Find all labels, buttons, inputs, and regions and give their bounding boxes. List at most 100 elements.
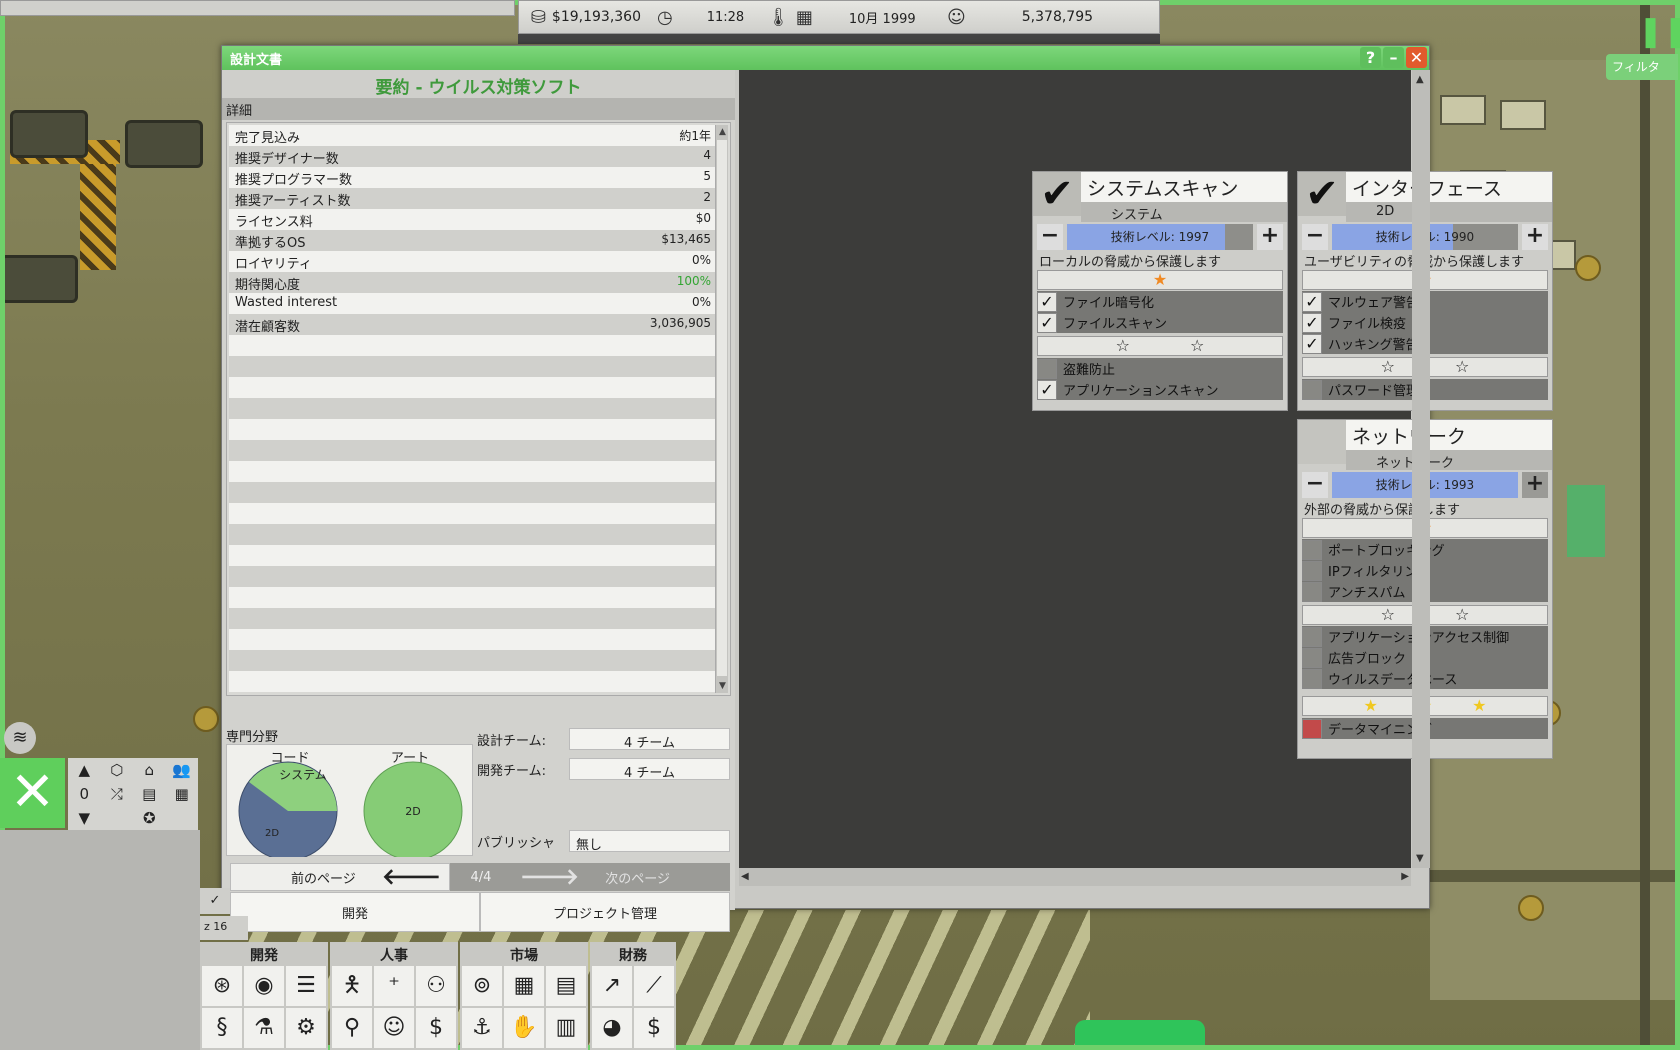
project-management-button[interactable]: プロジェクト管理 bbox=[480, 892, 730, 932]
minus-button[interactable]: − bbox=[1302, 472, 1328, 498]
fans-display[interactable]: ☺ 5,378,795 bbox=[939, 1, 1139, 33]
design-team-field[interactable]: 4 チーム bbox=[569, 728, 730, 751]
checkbox[interactable] bbox=[1302, 560, 1322, 581]
company-icon[interactable]: ▦ bbox=[504, 966, 544, 1006]
checkmark-icon[interactable]: ✓ bbox=[200, 888, 230, 914]
flask-icon[interactable]: ⚗ bbox=[244, 1008, 284, 1048]
next-page-button[interactable]: 🡒 次のページ bbox=[512, 863, 730, 891]
time-display[interactable]: ◷ 11:28 bbox=[649, 1, 759, 33]
education-icon[interactable]: ⚲ bbox=[332, 1008, 372, 1048]
details-scrollbar[interactable]: ▲ ▼ bbox=[715, 125, 728, 693]
dev-team-field[interactable]: 4 チーム bbox=[569, 758, 730, 781]
deal-icon[interactable]: ✋ bbox=[504, 1008, 544, 1048]
money-display[interactable]: ⛁ $19,193,360 bbox=[519, 1, 649, 33]
gear-icon[interactable]: ⚙ bbox=[286, 1008, 326, 1048]
checkbox[interactable] bbox=[1302, 379, 1322, 400]
detail-row: 推奨デザイナー数 4 bbox=[229, 146, 715, 167]
minimize-button[interactable]: – bbox=[1383, 47, 1404, 68]
scroll-down-icon[interactable]: ▼ bbox=[1416, 853, 1424, 864]
option-app-scan[interactable]: ✓ アプリケーションスキャン bbox=[1037, 379, 1283, 400]
build-tools-icon[interactable]: ✕ bbox=[0, 758, 65, 828]
checkbox[interactable] bbox=[1302, 539, 1322, 560]
trend-up-icon[interactable]: ↗ bbox=[592, 966, 632, 1006]
minus-button[interactable]: − bbox=[1302, 224, 1328, 250]
checkbox[interactable] bbox=[1302, 581, 1322, 602]
mood-icon[interactable]: ☺ bbox=[374, 1008, 414, 1048]
filter-button[interactable]: フィルタ bbox=[1606, 54, 1678, 80]
people-icon[interactable]: 👥 bbox=[166, 758, 199, 782]
checkbox-checked[interactable]: ✓ bbox=[1037, 291, 1057, 312]
plus-button[interactable]: + bbox=[1257, 224, 1283, 250]
checkbox-checked[interactable]: ✓ bbox=[1302, 333, 1322, 354]
develop-button[interactable]: 開発 bbox=[230, 892, 480, 932]
help-button[interactable]: ? bbox=[1360, 47, 1381, 68]
option-anti-theft[interactable]: 盗難防止 bbox=[1037, 358, 1283, 379]
option-label: 盗難防止 bbox=[1063, 363, 1116, 378]
line-chart-icon[interactable]: ⟋ bbox=[634, 966, 674, 1006]
detail-key: 推奨デザイナー数 bbox=[235, 152, 339, 167]
server-icon[interactable]: ▤ bbox=[133, 782, 166, 806]
checkbox[interactable] bbox=[1037, 358, 1057, 379]
path-icon[interactable]: ⤮ bbox=[101, 782, 134, 806]
checkbox-locked[interactable] bbox=[1302, 718, 1322, 739]
publisher-field[interactable]: 無し bbox=[569, 830, 730, 853]
roof-icon[interactable]: ⌂ bbox=[133, 758, 166, 782]
checkbox-checked[interactable]: ✓ bbox=[1302, 312, 1322, 333]
calendar-icon[interactable]: ▥ bbox=[546, 1008, 586, 1048]
dollar-icon[interactable]: $ bbox=[634, 1008, 674, 1048]
checkbox[interactable] bbox=[1302, 668, 1322, 689]
floor-down-icon[interactable]: ▼ bbox=[68, 806, 101, 830]
checkbox-checked[interactable]: ✓ bbox=[1302, 291, 1322, 312]
detail-row: ライセンス料 $0 bbox=[229, 209, 715, 230]
scroll-left-icon[interactable]: ◀ bbox=[741, 871, 749, 882]
scroll-right-icon[interactable]: ▶ bbox=[1401, 871, 1409, 882]
checkbox[interactable] bbox=[1302, 626, 1322, 647]
tech-level-bar[interactable]: 技術レベル: 1997 bbox=[1067, 224, 1253, 250]
disc-icon[interactable]: ◉ bbox=[244, 966, 284, 1006]
salary-icon[interactable]: $ bbox=[416, 1008, 456, 1048]
unchecked-corner[interactable] bbox=[1298, 420, 1346, 464]
layers-icon[interactable]: ≋ bbox=[4, 722, 36, 754]
canvas-vertical-scrollbar[interactable]: ▲ ▼ bbox=[1412, 70, 1430, 868]
checkbox-checked[interactable]: ✓ bbox=[1037, 312, 1057, 333]
newspaper-icon[interactable]: ▤ bbox=[546, 966, 586, 1006]
disc-design-icon[interactable]: ⊛ bbox=[202, 966, 242, 1006]
scroll-up-icon[interactable]: ▲ bbox=[716, 125, 729, 139]
date-display[interactable]: 🌡 ▦ 10月 1999 bbox=[759, 1, 939, 33]
close-button[interactable]: ✕ bbox=[1406, 47, 1427, 68]
server-rack-icon[interactable]: ☰ bbox=[286, 966, 326, 1006]
scroll-icon[interactable]: § bbox=[202, 1008, 242, 1048]
award-icon[interactable]: ✪ bbox=[133, 806, 166, 830]
canvas-horizontal-scrollbar[interactable]: ◀ ▶ bbox=[739, 868, 1411, 886]
check-icon[interactable]: ✔ bbox=[1298, 172, 1346, 216]
market-disc-icon[interactable]: ⊚ bbox=[462, 966, 502, 1006]
building-icon[interactable]: ▦ bbox=[166, 782, 199, 806]
art-pie[interactable]: 2D bbox=[363, 761, 463, 857]
minus-button[interactable]: − bbox=[1037, 224, 1063, 250]
checkbox[interactable] bbox=[1302, 647, 1322, 668]
plus-button[interactable]: + bbox=[1522, 472, 1548, 498]
cube-icon[interactable]: ⬡ bbox=[101, 758, 134, 782]
scroll-thumb[interactable] bbox=[717, 140, 727, 676]
option-file-encryption[interactable]: ✓ ファイル暗号化 bbox=[1037, 291, 1283, 312]
distribution-icon[interactable]: ⚓ bbox=[462, 1008, 502, 1048]
option-file-scan[interactable]: ✓ ファイルスキャン bbox=[1037, 312, 1283, 333]
check-icon[interactable]: ✔ bbox=[1033, 172, 1081, 216]
code-pie[interactable]: システム 2D bbox=[238, 761, 338, 857]
person-icon[interactable]: 🯅 bbox=[332, 966, 372, 1006]
hire-icon[interactable]: ⁺ bbox=[374, 966, 414, 1006]
employee-count[interactable]: z 16 bbox=[200, 916, 248, 940]
prev-page-button[interactable]: 前のページ 🡐 bbox=[230, 863, 450, 891]
pause-icon[interactable]: ❚❚ bbox=[1638, 14, 1680, 49]
feature-canvas[interactable]: ✔ システムスキャン システム − 技術レベル: 1997 + ローカルの脅威か… bbox=[739, 70, 1553, 868]
scroll-down-icon[interactable]: ▼ bbox=[716, 679, 729, 693]
thermometer-icon: 🌡 bbox=[767, 6, 790, 28]
scroll-up-icon[interactable]: ▲ bbox=[1416, 74, 1424, 85]
team-icon[interactable]: ⚇ bbox=[416, 966, 456, 1006]
feature-system-scan[interactable]: ✔ システムスキャン システム − 技術レベル: 1997 + ローカルの脅威か… bbox=[1032, 171, 1288, 411]
checkbox-checked[interactable]: ✓ bbox=[1037, 379, 1057, 400]
floor-up-icon[interactable]: ▲ bbox=[68, 758, 101, 782]
plus-button[interactable]: + bbox=[1522, 224, 1548, 250]
pie-chart-icon[interactable]: ◕ bbox=[592, 1008, 632, 1048]
window-titlebar[interactable]: 設計文書 ? – ✕ bbox=[222, 46, 1429, 70]
